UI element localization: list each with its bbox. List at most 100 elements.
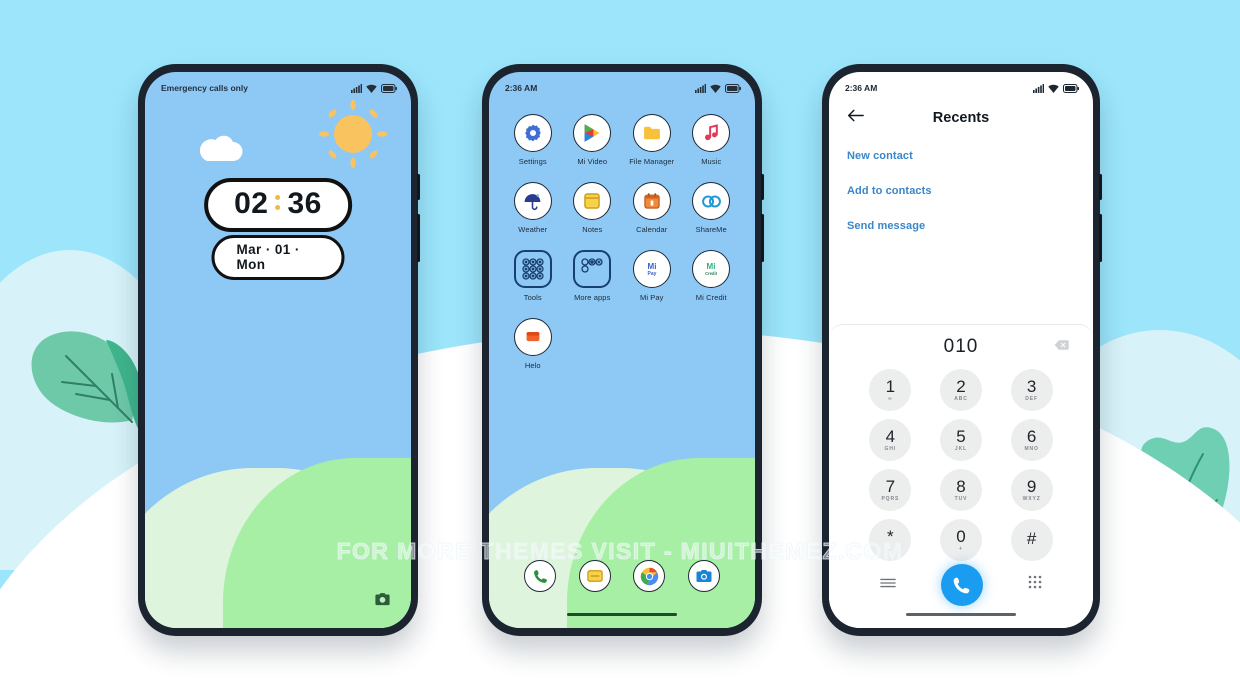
key-sublabel: + (959, 546, 963, 553)
statusbar-icons (351, 83, 397, 93)
key-sublabel: , (889, 546, 892, 553)
key-3[interactable]: 3 DEF (996, 369, 1067, 411)
messages-icon (587, 570, 603, 582)
app-shareme[interactable]: ShareMe (682, 182, 742, 234)
key-5[interactable]: 5 JKL (926, 419, 997, 461)
app-weather[interactable]: Weather (503, 182, 563, 234)
keypad-button[interactable] (1028, 575, 1042, 595)
dock-item-phone[interactable] (524, 560, 557, 592)
wifi-icon (366, 84, 377, 93)
app-notes[interactable]: Notes (563, 182, 623, 234)
key-star[interactable]: *, (855, 519, 926, 561)
key-sublabel: JKL (954, 446, 968, 453)
app-label: Settings (518, 157, 547, 166)
homescreen-screen: 2:36 AM Settings Mi Video File Manager M… (489, 72, 755, 628)
key-1[interactable]: 1 ∞ (855, 369, 926, 411)
battery-icon (1063, 83, 1079, 93)
key-number: 3 (1026, 376, 1037, 396)
app-helo[interactable]: Helo (503, 318, 563, 370)
lockscreen-date: Mar · 01 · Mon (211, 235, 345, 280)
key-6[interactable]: 6 MNO (996, 419, 1067, 461)
statusbar-icons (1033, 83, 1079, 93)
link-send-message[interactable]: Send message (847, 220, 1075, 232)
keypad-dots-icon (1029, 575, 1042, 589)
app-mi-video[interactable]: Mi Video (563, 114, 623, 166)
folder-more-apps[interactable]: More apps (563, 250, 623, 302)
app-music[interactable]: Music (682, 114, 742, 166)
key-sublabel: TUV (954, 496, 968, 503)
key-sublabel: WXYZ (1022, 496, 1041, 503)
menu-button[interactable] (879, 576, 896, 594)
key-number: 1 (885, 376, 896, 396)
battery-icon (381, 83, 397, 93)
key-number: * (887, 526, 894, 546)
key-number: # (1026, 529, 1037, 549)
phone-dialer: 2:36 AM Recents New contact Add to conta… (822, 64, 1102, 636)
key-sublabel: DEF (1025, 396, 1038, 403)
home-indicator[interactable] (906, 612, 1016, 616)
key-7[interactable]: 7 PQRS (855, 469, 926, 511)
phone-lockscreen: Emergency calls only 02 36 Mar · 01 · Mo… (138, 64, 420, 636)
app-file-manager[interactable]: File Manager (622, 114, 682, 166)
backspace-icon (1054, 340, 1069, 350)
svg-text:Mi: Mi (707, 262, 716, 271)
weather-umbrella-icon (513, 182, 552, 220)
key-hash[interactable]: # (996, 519, 1067, 561)
call-button[interactable] (940, 564, 983, 606)
entered-number[interactable]: 010 (944, 336, 979, 358)
clock-hours: 02 (234, 187, 269, 220)
key-4[interactable]: 4 GHI (855, 419, 926, 461)
notes-icon (573, 182, 612, 220)
app-mi-credit[interactable]: Mi Credit Mi Credit (682, 250, 742, 302)
key-sublabel: MNO (1024, 446, 1039, 453)
app-label: File Manager (629, 157, 675, 166)
key-9[interactable]: 9 WXYZ (996, 469, 1067, 511)
key-sublabel: ∞ (888, 396, 893, 403)
homescreen-statusbar: 2:36 AM (489, 72, 755, 98)
clock-colon-dots-icon (271, 194, 286, 214)
chrome-icon (640, 567, 658, 585)
key-number: 7 (885, 476, 896, 496)
key-0[interactable]: 0 + (926, 519, 997, 561)
dock-item-camera[interactable] (687, 560, 720, 592)
key-number: 8 (956, 476, 966, 496)
dock-item-chrome[interactable] (633, 560, 666, 592)
app-label: Mi Video (577, 157, 608, 166)
mi-pay-icon: Mi Pay (632, 250, 671, 288)
cloud-icon (199, 135, 243, 161)
home-indicator[interactable] (567, 612, 677, 616)
key-2[interactable]: 2 ABC (926, 369, 997, 411)
app-label: Weather (518, 225, 548, 234)
dialpad-panel: 010 1 ∞ 2 ABC 3 DEF 4 GHI 5 JKL 6 MNO 7 … (829, 324, 1093, 628)
link-new-contact[interactable]: New contact (847, 150, 1075, 162)
app-label: Notes (582, 225, 603, 234)
app-label: Mi Credit (695, 293, 727, 302)
more-apps-folder-icon (573, 250, 612, 288)
dock-item-messages[interactable] (578, 560, 611, 592)
phone-homescreen: 2:36 AM Settings Mi Video File Manager M… (482, 64, 764, 636)
helo-icon (513, 318, 552, 356)
key-8[interactable]: 8 TUV (926, 469, 997, 511)
dialer-bottom-actions (829, 564, 1093, 606)
app-settings[interactable]: Settings (503, 114, 563, 166)
folder-tools[interactable]: Tools (503, 250, 563, 302)
dialer-header: Recents (829, 98, 1093, 138)
homescreen-dock (489, 560, 755, 592)
key-number: 9 (1026, 476, 1037, 496)
app-calendar[interactable]: Calendar (622, 182, 682, 234)
dialer-statusbar: 2:36 AM (829, 72, 1093, 98)
backspace-button[interactable] (1054, 338, 1069, 356)
back-button[interactable] (847, 109, 864, 128)
camera-icon[interactable] (374, 591, 391, 608)
statusbar-time: 2:36 AM (845, 83, 878, 93)
app-mi-pay[interactable]: Mi Pay Mi Pay (622, 250, 682, 302)
shareme-infinity-icon (692, 182, 731, 220)
link-add-to-contacts[interactable]: Add to contacts (847, 185, 1075, 197)
dialer-action-links: New contact Add to contacts Send message (829, 138, 1093, 232)
calendar-icon (632, 182, 671, 220)
key-sublabel: PQRS (881, 496, 900, 503)
dialer-body: 2:36 AM Recents New contact Add to conta… (829, 72, 1093, 628)
lockscreen-clock: 02 36 (204, 178, 352, 232)
number-display-row: 010 (829, 325, 1093, 369)
app-grid: Settings Mi Video File Manager Music Wea… (489, 114, 755, 370)
